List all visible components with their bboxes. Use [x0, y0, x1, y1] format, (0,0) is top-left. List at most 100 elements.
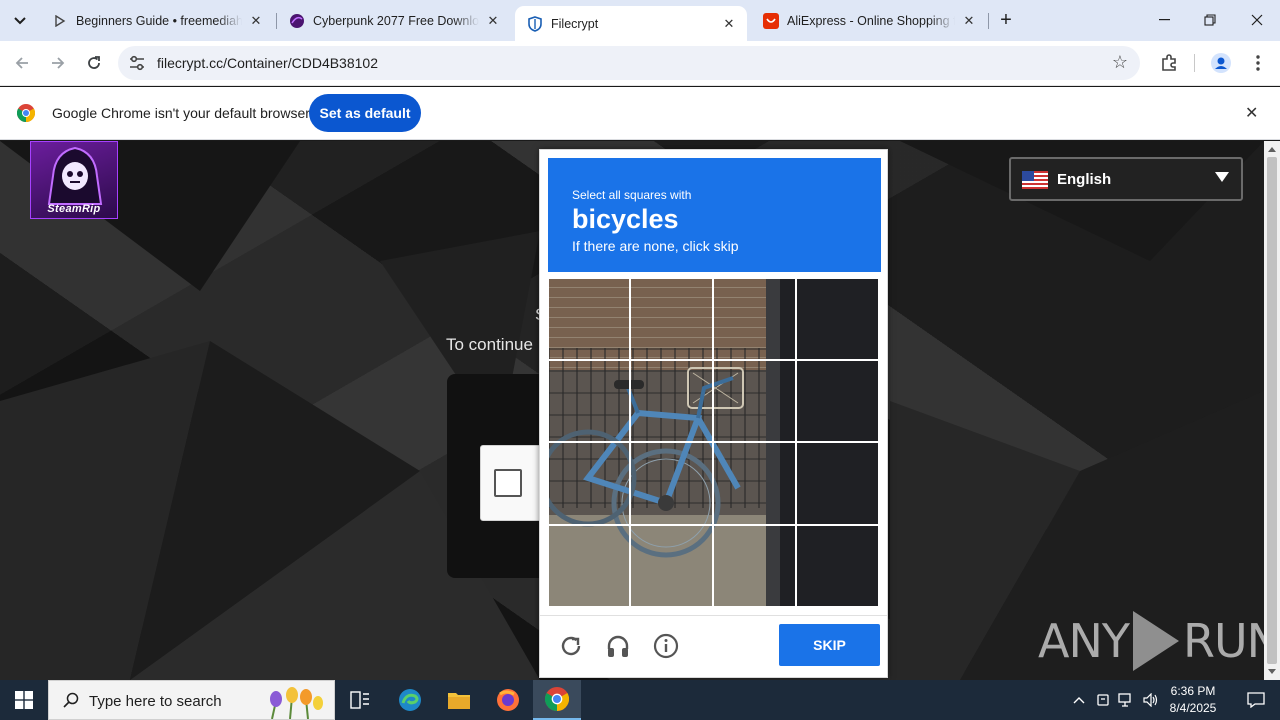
prompt-line-1: Select all squares with [572, 188, 692, 202]
minimize-icon[interactable] [1141, 0, 1187, 40]
set-as-default-button[interactable]: Set as default [309, 94, 421, 132]
tab-separator [988, 13, 989, 29]
address-bar[interactable]: filecrypt.cc/Container/CDD4B38102 ☆ [118, 46, 1140, 80]
infobar-message: Google Chrome isn't your default browser [52, 105, 310, 121]
file-explorer-icon[interactable] [435, 680, 483, 720]
tab-aliexpress[interactable]: AliExpress - Online Shopping fo ✕ [751, 6, 987, 35]
grid-tile[interactable] [548, 360, 630, 442]
windows-start-icon[interactable] [0, 680, 48, 720]
aliexpress-icon [763, 12, 779, 29]
grid-tile[interactable] [630, 360, 713, 442]
grid-tile[interactable] [548, 278, 630, 360]
grid-tile[interactable] [548, 525, 630, 607]
purple-orb-icon [289, 13, 305, 29]
scroll-thumb[interactable] [1267, 157, 1277, 664]
network-icon[interactable] [1115, 680, 1137, 720]
tab-filecrypt[interactable]: Filecrypt ✕ [515, 6, 747, 41]
dropdown-caret-icon [1215, 172, 1229, 182]
scroll-down-arrow-icon[interactable] [1268, 669, 1276, 674]
page-scrollbar[interactable] [1264, 141, 1280, 680]
chevron-down-icon [14, 17, 26, 25]
volume-icon[interactable] [1140, 680, 1162, 720]
reload-icon[interactable] [80, 49, 108, 77]
restore-icon[interactable] [1187, 0, 1233, 40]
taskbar-clock[interactable]: 6:36 PM 8/4/2025 [1160, 683, 1226, 717]
tab-cyberpunk[interactable]: Cyberpunk 2077 Free Downloa ✕ [277, 6, 511, 35]
taskbar-search-box[interactable]: Type here to search [48, 680, 335, 720]
grid-tile[interactable] [796, 525, 879, 607]
back-arrow-icon[interactable] [8, 49, 36, 77]
grid-tile[interactable] [713, 360, 796, 442]
extensions-puzzle-icon[interactable] [1157, 51, 1181, 75]
tab-close-icon[interactable]: ✕ [721, 16, 737, 32]
windows-taskbar: Type here to search 6:36 PM 8/4/2025 [0, 680, 1280, 720]
tab-title: Beginners Guide • freemediahe [76, 13, 242, 28]
grid-tile[interactable] [630, 525, 713, 607]
captcha-checkbox[interactable] [494, 469, 522, 497]
language-label: English [1057, 171, 1112, 188]
grid-tile[interactable] [713, 525, 796, 607]
window-close-icon[interactable] [1234, 0, 1280, 40]
kebab-menu-icon[interactable] [1246, 51, 1270, 75]
url-text[interactable]: filecrypt.cc/Container/CDD4B38102 [157, 55, 378, 71]
us-flag-icon [1022, 171, 1048, 189]
grid-tile[interactable] [796, 442, 879, 525]
info-icon[interactable] [651, 631, 681, 661]
anyrun-watermark: ANY RUN [1038, 611, 1264, 671]
edge-browser-icon[interactable] [386, 680, 434, 720]
prompt-object: bicycles [572, 204, 679, 234]
tab-title: AliExpress - Online Shopping fo [787, 13, 955, 28]
tab-close-icon[interactable]: ✕ [485, 13, 501, 29]
search-icon [63, 692, 79, 708]
tab-strip: Beginners Guide • freemediahe ✕ Cyberpun… [0, 0, 1280, 41]
captcha-challenge-dialog: Select all squares with bicycles If ther… [539, 149, 888, 678]
tab-search-button[interactable] [7, 8, 33, 34]
watermark-text-right: RUN [1182, 614, 1264, 668]
grid-tile[interactable] [548, 442, 630, 525]
new-tab-plus-icon[interactable]: + [995, 10, 1017, 32]
grid-tile[interactable] [630, 278, 713, 360]
bookmark-star-icon[interactable]: ☆ [1112, 52, 1128, 73]
tab-title: Cyberpunk 2077 Free Downloa [313, 13, 479, 28]
show-hidden-icons-chevron-icon[interactable] [1068, 680, 1090, 720]
play-triangle-icon [1132, 611, 1179, 671]
grid-tile[interactable] [713, 442, 796, 525]
profile-avatar-icon[interactable] [1209, 51, 1233, 75]
refresh-challenge-icon[interactable] [556, 631, 586, 661]
play-outline-icon [52, 13, 68, 29]
clock-date: 8/4/2025 [1169, 701, 1217, 715]
forward-arrow-icon[interactable] [44, 49, 72, 77]
clock-time: 6:36 PM [1170, 684, 1216, 698]
default-browser-infobar: Google Chrome isn't your default browser… [0, 87, 1280, 140]
continue-instruction: To continue [446, 335, 533, 354]
browser-toolbar: filecrypt.cc/Container/CDD4B38102 ☆ [0, 41, 1280, 86]
challenge-footer-divider [540, 615, 887, 616]
site-settings-icon[interactable] [128, 54, 146, 72]
firefox-icon[interactable] [484, 680, 532, 720]
toolbar-divider [1194, 54, 1195, 72]
tab-title: Filecrypt [551, 16, 599, 31]
notification-center-icon[interactable] [1232, 680, 1280, 720]
tulips-search-highlight-icon [270, 687, 323, 719]
grid-tile[interactable] [630, 442, 713, 525]
tab-close-icon[interactable]: ✕ [961, 13, 977, 29]
skip-button[interactable]: SKIP [779, 624, 880, 666]
tab-beginners-guide[interactable]: Beginners Guide • freemediahe ✕ [40, 6, 274, 35]
scroll-up-arrow-icon[interactable] [1268, 147, 1276, 152]
prompt-line-2: If there are none, click skip [572, 238, 739, 254]
audio-challenge-headphones-icon[interactable] [603, 631, 633, 661]
device-tray-icon[interactable] [1092, 680, 1114, 720]
grid-tile[interactable] [713, 278, 796, 360]
language-select[interactable]: English [1009, 157, 1243, 201]
chrome-taskbar-icon[interactable] [533, 680, 581, 720]
grid-tile[interactable] [796, 278, 879, 360]
tab-close-icon[interactable]: ✕ [248, 13, 264, 29]
watermark-text-left: ANY [1038, 614, 1130, 668]
task-view-icon[interactable] [336, 680, 384, 720]
taskbar-search-placeholder: Type here to search [89, 693, 222, 710]
challenge-prompt: Select all squares with bicycles If ther… [548, 158, 881, 272]
infobar-close-icon[interactable]: ✕ [1245, 103, 1258, 123]
chrome-logo-icon [17, 104, 35, 122]
grid-tile[interactable] [796, 360, 879, 442]
site-logo[interactable]: SteamRip [30, 141, 118, 219]
